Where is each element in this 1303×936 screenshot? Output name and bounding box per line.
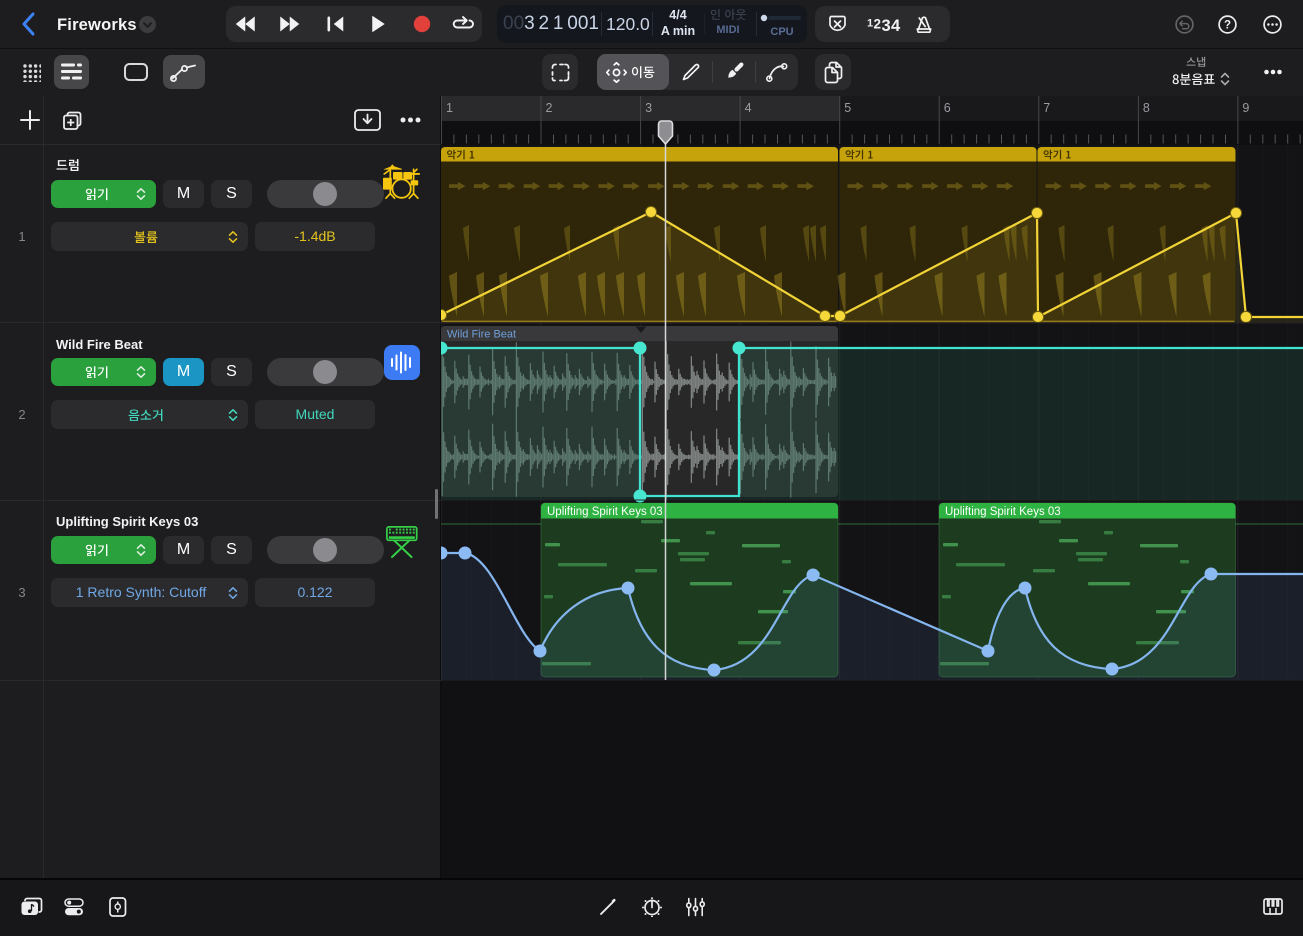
svg-text:3: 3 bbox=[645, 101, 652, 115]
svg-text:4: 4 bbox=[745, 101, 752, 115]
svg-text:2: 2 bbox=[874, 17, 882, 32]
svg-text:3: 3 bbox=[882, 17, 891, 35]
svg-text:4: 4 bbox=[891, 17, 901, 35]
svg-text:1: 1 bbox=[446, 101, 453, 115]
svg-text:6: 6 bbox=[944, 101, 951, 115]
svg-text:Uplifting Spirit Keys 03: Uplifting Spirit Keys 03 bbox=[945, 506, 1061, 518]
svg-text:Wild Fire Beat: Wild Fire Beat bbox=[447, 329, 516, 341]
svg-text:2: 2 bbox=[546, 101, 553, 115]
svg-text:8: 8 bbox=[1143, 101, 1150, 115]
svg-text:7: 7 bbox=[1043, 101, 1050, 115]
svg-text:Uplifting Spirit Keys 03: Uplifting Spirit Keys 03 bbox=[547, 506, 663, 518]
svg-text:?: ? bbox=[1224, 20, 1231, 32]
svg-text:9: 9 bbox=[1242, 101, 1249, 115]
svg-text:5: 5 bbox=[844, 101, 851, 115]
svg-text:1: 1 bbox=[867, 18, 873, 30]
